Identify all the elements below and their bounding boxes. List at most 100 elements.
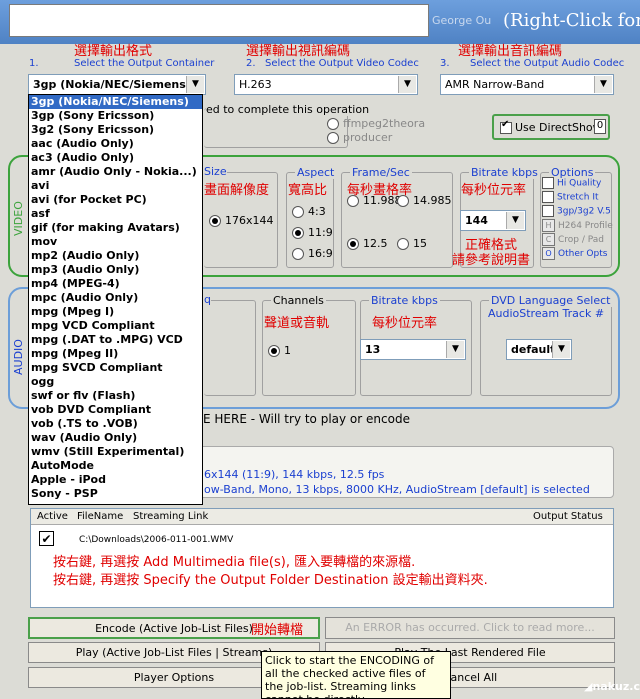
- container-option[interactable]: mpg (Mpeg I): [29, 305, 202, 319]
- container-option[interactable]: mov: [29, 235, 202, 249]
- summary-video: 6x144 (11:9), 144 kbps, 12.5 fps: [204, 468, 385, 481]
- container-option[interactable]: mpg SVCD Compliant: [29, 361, 202, 375]
- audio-bitrate-select[interactable]: 13 ▼: [360, 339, 466, 360]
- audio-side-label: AUDIO: [12, 339, 25, 375]
- dvd-track-select[interactable]: default ▼: [506, 339, 572, 360]
- container-dropdown-list[interactable]: 3gp (Nokia/NEC/Siemens) 3gp (Sony Ericsso…: [28, 94, 203, 505]
- opt-h264-profile[interactable]: H H264 Profile: [542, 219, 613, 232]
- aspect-red: 寬高比: [288, 183, 328, 198]
- video-bitrate-red: 每秒位元率: [461, 183, 527, 198]
- container-option[interactable]: Apple - iPod: [29, 473, 202, 487]
- container-option[interactable]: swf or flv (Flash): [29, 389, 202, 403]
- producer-radio[interactable]: producer: [327, 131, 392, 144]
- chevron-down-icon[interactable]: ▼: [446, 341, 464, 358]
- fps-14-985[interactable]: 14.985: [397, 194, 452, 207]
- chevron-down-icon[interactable]: ▼: [594, 76, 612, 93]
- container-select[interactable]: 3gp (Nokia/NEC/Siemens) ▼: [28, 74, 206, 95]
- audio-freq-group: [204, 300, 256, 396]
- video-size-red: 畫面解像度: [204, 183, 270, 198]
- encode-tooltip: Click to start the ENCODING of all the c…: [261, 651, 451, 699]
- container-option[interactable]: vob DVD Compliant: [29, 403, 202, 417]
- opt-stretch[interactable]: Stretch It: [542, 191, 599, 203]
- channels-radio[interactable]: 1: [268, 344, 291, 357]
- video-side-label: VIDEO: [12, 201, 25, 236]
- chevron-down-icon[interactable]: ▼: [398, 76, 416, 93]
- row-filename[interactable]: C:\Downloads\2006-011-001.WMV: [79, 535, 233, 545]
- video-codec-select[interactable]: H.263 ▼: [234, 74, 418, 95]
- container-option[interactable]: avi: [29, 179, 202, 193]
- step3-label: Select the Output Audio Codec: [470, 58, 625, 69]
- video-bitrate-select[interactable]: 144 ▼: [460, 210, 526, 231]
- opt-other[interactable]: O Other Opts: [542, 247, 607, 260]
- audio-codec-select[interactable]: AMR Narrow-Band ▼: [440, 74, 614, 95]
- container-option[interactable]: mp4 (MPEG-4): [29, 277, 202, 291]
- row-active-checkbox[interactable]: ✔: [39, 531, 54, 546]
- logo-area: [9, 4, 429, 37]
- container-option[interactable]: amr (Audio Only - Nokia...): [29, 165, 202, 179]
- audio-freq-label: q: [204, 293, 211, 306]
- watermark: ◢nakuz.com: [584, 680, 640, 693]
- fps-15[interactable]: 15: [397, 237, 427, 250]
- video-size-label: Size: [204, 165, 227, 178]
- joblist-note2: 按右鍵, 再選按 Specify the Output Folder Desti…: [53, 573, 488, 588]
- chevron-down-icon[interactable]: ▼: [186, 76, 204, 93]
- container-option[interactable]: vob (.TS to .VOB): [29, 417, 202, 431]
- ffmpeg2theora-radio[interactable]: ffmpeg2theora: [327, 117, 425, 130]
- container-option[interactable]: 3gp (Sony Ericsson): [29, 109, 202, 123]
- chevron-down-icon[interactable]: ▼: [506, 212, 524, 229]
- opt-hi-quality[interactable]: Hi Quality: [542, 177, 601, 189]
- checkbox-icon[interactable]: ✔: [500, 119, 512, 134]
- step1-label: Select the Output Container: [74, 58, 215, 69]
- step1-num: 1.: [29, 58, 39, 69]
- chevron-down-icon[interactable]: ▼: [552, 341, 570, 358]
- col-filename[interactable]: FileName: [77, 511, 123, 522]
- container-option[interactable]: wav (Audio Only): [29, 431, 202, 445]
- author-label: George Ou: [432, 14, 492, 27]
- step2-num: 2.: [246, 58, 256, 69]
- job-list[interactable]: Active FileName Streaming Link Output St…: [30, 508, 614, 608]
- col-output-status[interactable]: Output Status: [533, 511, 603, 522]
- aspect-4-3[interactable]: 4:3: [292, 205, 326, 218]
- dvd-track-label: AudioStream Track #: [488, 307, 605, 320]
- window-title: (Right-Click for M: [503, 10, 640, 31]
- container-option[interactable]: mpc (Audio Only): [29, 291, 202, 305]
- container-option[interactable]: 3gp (Nokia/NEC/Siemens): [29, 95, 202, 109]
- video-bitrate-note2: 請參考說明書: [452, 253, 531, 268]
- container-option[interactable]: ac3 (Audio Only): [29, 151, 202, 165]
- container-option[interactable]: mpg (.DAT to .MPG) VCD: [29, 333, 202, 347]
- container-option[interactable]: mp3 (Audio Only): [29, 263, 202, 277]
- audio-codec-value: AMR Narrow-Band: [445, 78, 545, 91]
- aspect-11-9[interactable]: 11:9: [292, 226, 333, 239]
- container-option[interactable]: AutoMode: [29, 459, 202, 473]
- container-option[interactable]: mpg VCD Compliant: [29, 319, 202, 333]
- video-size-radio[interactable]: 176x144: [209, 214, 274, 227]
- container-option[interactable]: wmv (Still Experimental): [29, 445, 202, 459]
- step1-red-label: 選擇輸出格式: [74, 44, 153, 59]
- encoder-group-label: ed to complete this operation: [206, 103, 372, 116]
- container-option[interactable]: gif (for making Avatars): [29, 221, 202, 235]
- fps-11-988[interactable]: 11.988: [347, 194, 402, 207]
- container-option[interactable]: Sony - PSP: [29, 487, 202, 501]
- drop-zone-label: E HERE - Will try to play or encode: [203, 412, 410, 426]
- col-active[interactable]: Active: [37, 511, 68, 522]
- opt-3gp-v5[interactable]: 3gp/3g2 V.5: [542, 205, 611, 217]
- container-option[interactable]: avi (for Pocket PC): [29, 193, 202, 207]
- error-button[interactable]: An ERROR has occurred. Click to read mor…: [325, 617, 615, 639]
- directshow-checkbox[interactable]: ✔ Use DirectShow: [500, 119, 602, 134]
- container-option[interactable]: ogg: [29, 375, 202, 389]
- aspect-16-9[interactable]: 16:9: [292, 247, 333, 260]
- col-streaming[interactable]: Streaming Link: [133, 511, 208, 522]
- container-option[interactable]: asf: [29, 207, 202, 221]
- video-codec-value: H.263: [239, 78, 272, 91]
- joblist-note1: 按右鍵, 再選按 Add Multimedia file(s), 匯入要轉檔的來…: [53, 555, 416, 570]
- encode-red-label: 開始轉檔: [251, 623, 304, 638]
- opt-crop-pad[interactable]: C Crop / Pad: [542, 233, 604, 246]
- container-option[interactable]: mpg (Mpeg II): [29, 347, 202, 361]
- container-option[interactable]: 3g2 (Sony Ericsson): [29, 123, 202, 137]
- container-option[interactable]: mp2 (Audio Only): [29, 249, 202, 263]
- container-option[interactable]: aac (Audio Only): [29, 137, 202, 151]
- channels-red: 聲道或音軌: [264, 316, 330, 331]
- fps-12-5[interactable]: 12.5: [347, 237, 388, 250]
- container-select-value: 3gp (Nokia/NEC/Siemens): [33, 78, 191, 91]
- summary-audio: ow-Band, Mono, 13 kbps, 8000 KHz, AudioS…: [204, 483, 590, 496]
